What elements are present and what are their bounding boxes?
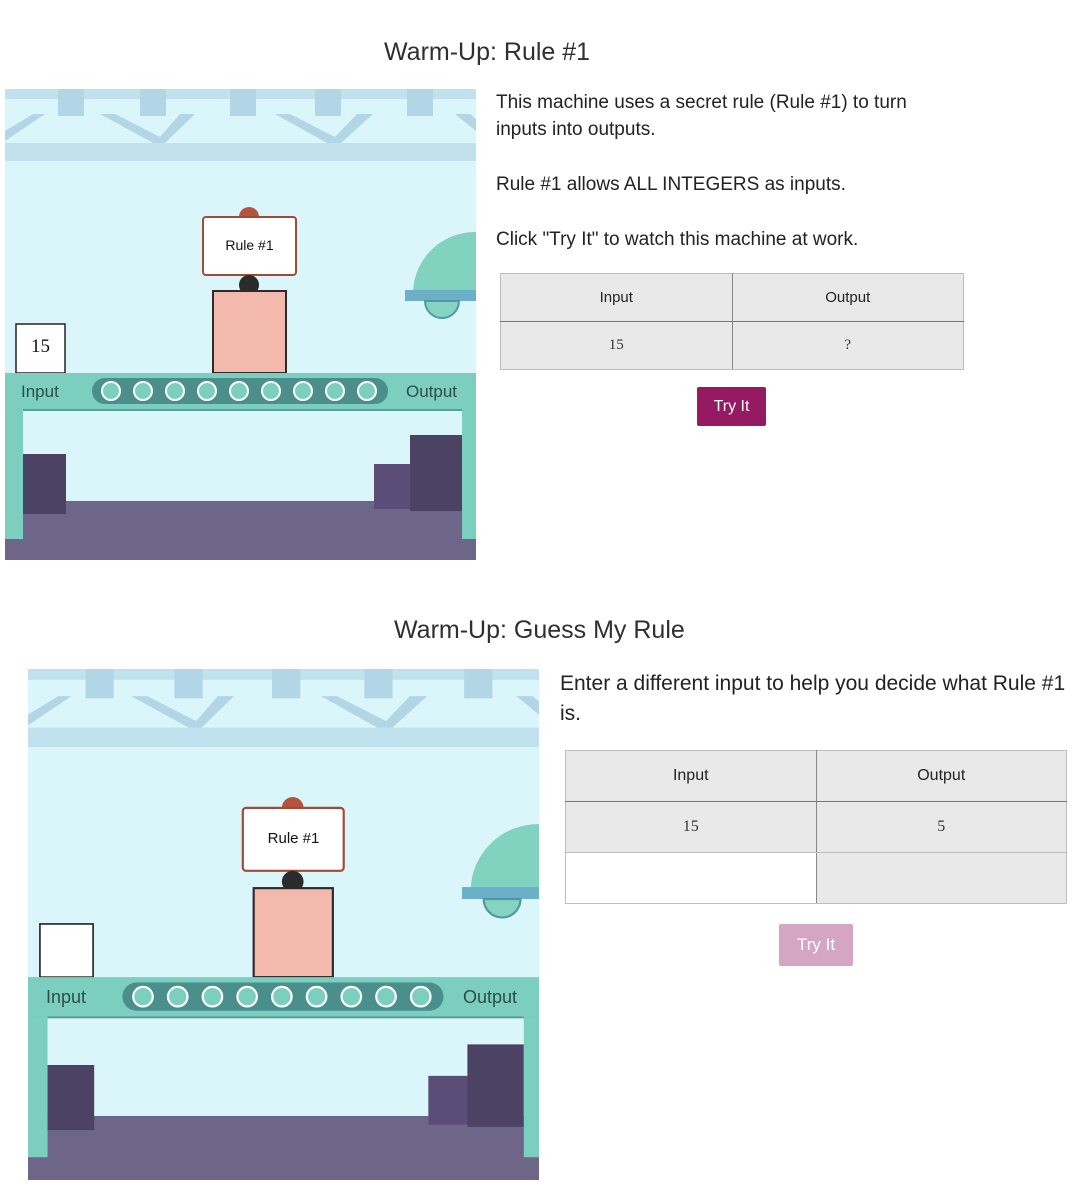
- crate: [410, 435, 462, 511]
- table-cell-input: 15: [565, 801, 817, 853]
- table-header-output: Output: [731, 273, 964, 322]
- table-cell-input: 15: [500, 321, 733, 370]
- try-it-button[interactable]: Try It: [697, 387, 766, 426]
- crate: [47, 1064, 95, 1131]
- crate: [428, 1075, 472, 1125]
- table-row: 15 5: [565, 801, 1067, 853]
- function-machine-1: Rule #1 15 Input Output: [5, 89, 476, 560]
- crate: [23, 454, 66, 514]
- machine-sign-label: Rule #1: [267, 830, 320, 847]
- input-box-value: 15: [31, 336, 50, 357]
- conveyor-input-label: Input: [46, 987, 87, 1007]
- rule-press: [241, 797, 345, 979]
- crate: [374, 464, 414, 509]
- table-cell-output: ?: [731, 321, 964, 370]
- rule-press: [202, 207, 297, 374]
- new-input-field[interactable]: [565, 852, 817, 904]
- table-header-input: Input: [565, 750, 817, 802]
- machine-sign-label: Rule #1: [225, 237, 274, 253]
- function-machine-2: Rule #1 Input Output: [28, 669, 539, 1180]
- section2-title: Warm-Up: Guess My Rule: [394, 616, 685, 644]
- input-box: [39, 923, 94, 978]
- io-table-1: Input Output 15 ?: [500, 273, 964, 370]
- floor: [5, 501, 476, 560]
- new-output-cell: [815, 852, 1067, 904]
- instruction-paragraph: Rule #1 allows ALL INTEGERS as inputs.: [496, 174, 846, 195]
- instruction-paragraph: Click "Try It" to watch this machine at …: [496, 229, 859, 250]
- table-row: [565, 852, 1067, 904]
- table-header-input: Input: [500, 273, 733, 322]
- try-it-button[interactable]: Try It: [779, 924, 853, 966]
- table-header-output: Output: [815, 750, 1067, 802]
- io-table-2: Input Output 15 5: [565, 750, 1067, 904]
- table-cell-output: 5: [815, 801, 1067, 853]
- conveyor-output-label: Output: [463, 987, 518, 1007]
- crate: [467, 1044, 524, 1127]
- floor: [28, 1115, 539, 1180]
- instruction-paragraph: This machine uses a secret rule (Rule #1…: [496, 92, 907, 140]
- section1-instructions: This machine uses a secret rule (Rule #1…: [496, 89, 956, 281]
- conveyor-input-label: Input: [21, 382, 59, 401]
- table-row: 15 ?: [500, 321, 964, 370]
- section2-instructions: Enter a different input to help you deci…: [560, 672, 1066, 725]
- conveyor-output-label: Output: [406, 382, 458, 401]
- section1-title: Warm-Up: Rule #1: [384, 38, 591, 66]
